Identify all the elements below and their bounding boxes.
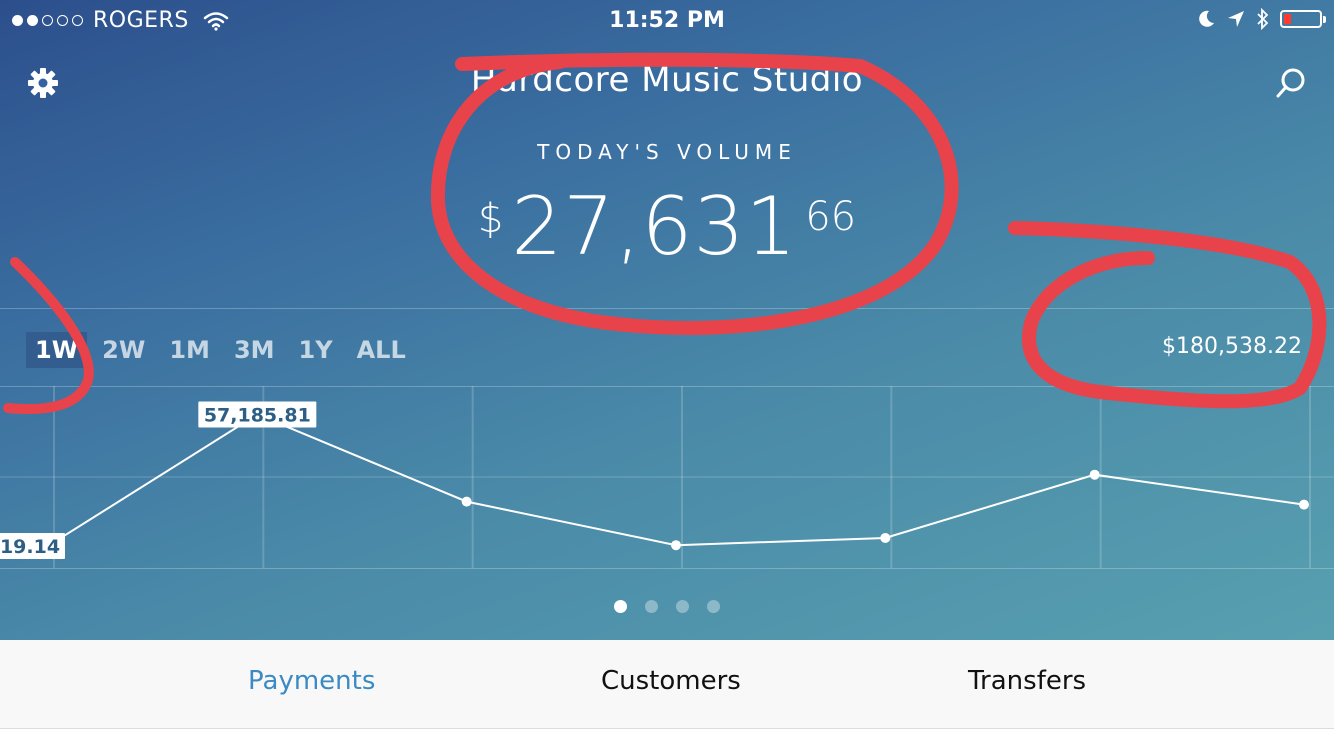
page-dot[interactable] [676, 600, 689, 613]
tab-customers[interactable]: Customers [601, 666, 741, 696]
range-1y[interactable]: 1Y [290, 332, 342, 368]
divider [0, 568, 1334, 569]
status-bar: ROGERS 11:52 PM [0, 0, 1334, 40]
page-indicator [0, 600, 1334, 613]
battery-icon [1280, 10, 1326, 28]
moon-icon [1199, 10, 1214, 27]
page-dot[interactable] [707, 600, 720, 613]
chart-label-max: 57,185.81 [204, 404, 311, 426]
volume-amount: $27,631 66 [0, 180, 1334, 273]
chart-point[interactable] [1089, 469, 1100, 480]
status-icons [1196, 8, 1326, 30]
chart-point[interactable] [1299, 499, 1309, 510]
range-selector: 1W 2W 1M 3M 1Y ALL [26, 332, 421, 368]
chart-point[interactable] [880, 532, 891, 543]
tab-bar: Payments Customers Transfers [0, 640, 1334, 729]
volume-cents: 66 [805, 194, 857, 240]
tab-payments[interactable]: Payments [248, 666, 375, 696]
range-1w[interactable]: 1W [26, 332, 88, 368]
volume-chart: 19.14 57,185.81 [0, 386, 1334, 568]
range-2w[interactable]: 2W [93, 332, 154, 368]
volume-currency: $ [477, 196, 504, 242]
tab-transfers[interactable]: Transfers [968, 666, 1086, 696]
divider [0, 308, 1334, 309]
page-dot[interactable] [614, 600, 627, 613]
dashboard-hero: ROGERS 11:52 PM Hardcore Music Studio TO… [0, 0, 1334, 640]
chart-point[interactable] [671, 540, 681, 551]
chart-point[interactable] [461, 496, 472, 507]
bluetooth-icon [1257, 8, 1269, 30]
range-all[interactable]: ALL [348, 332, 415, 368]
volume-label: TODAY'S VOLUME [537, 140, 797, 164]
chart-label-first: 19.14 [0, 536, 60, 558]
location-icon [1228, 11, 1244, 27]
range-3m[interactable]: 3M [225, 332, 284, 368]
status-time: 11:52 PM [609, 8, 725, 33]
page-dot[interactable] [645, 600, 658, 613]
business-name: Hardcore Music Studio [470, 60, 864, 100]
chart-series-line [47, 413, 1305, 547]
volume-dollars: 27,631 [511, 180, 798, 273]
app-root: ROGERS 11:52 PM Hardcore Music Studio TO… [0, 0, 1334, 750]
range-1m[interactable]: 1M [160, 332, 219, 368]
range-total: $180,538.22 [1162, 334, 1302, 359]
